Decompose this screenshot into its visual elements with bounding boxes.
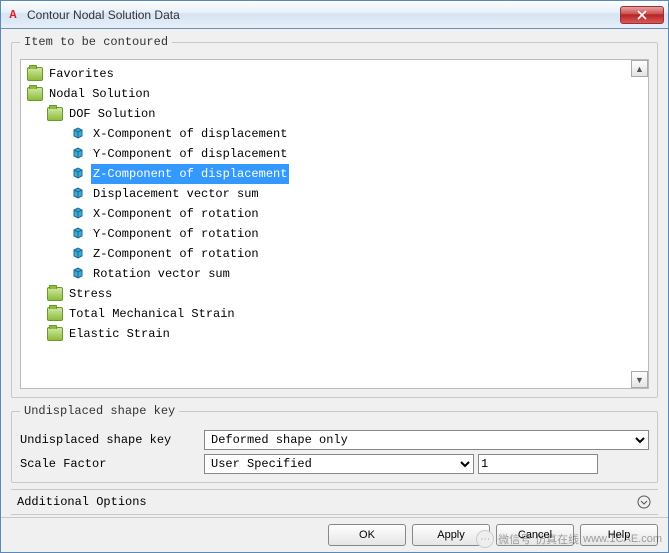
scale-mode-select[interactable]: User Specified bbox=[204, 454, 474, 474]
dof-item[interactable]: Displacement vector sum bbox=[23, 184, 646, 204]
solution-tree[interactable]: Favorites Nodal Solution DOF Solution bbox=[21, 60, 648, 348]
cube-icon bbox=[71, 227, 87, 241]
dof-item[interactable]: Y-Component of rotation bbox=[23, 224, 646, 244]
node-label: Z-Component of rotation bbox=[91, 244, 261, 264]
shape-key-label: Undisplaced shape key bbox=[20, 433, 200, 447]
tree-container: ▲ Favorites Nodal Solution DOF Solution bbox=[20, 59, 649, 389]
node-label: Nodal Solution bbox=[47, 84, 152, 104]
dof-item[interactable]: X-Component of displacement bbox=[23, 124, 646, 144]
close-button[interactable] bbox=[620, 6, 664, 24]
stress-folder[interactable]: Stress bbox=[23, 284, 646, 304]
additional-options-label: Additional Options bbox=[17, 495, 147, 509]
scale-value-input[interactable] bbox=[478, 454, 598, 474]
shape-key-row: Undisplaced shape key Deformed shape onl… bbox=[20, 430, 649, 450]
folder-icon bbox=[47, 327, 63, 341]
scale-label: Scale Factor bbox=[20, 457, 200, 471]
dof-item[interactable]: Z-Component of rotation bbox=[23, 244, 646, 264]
cancel-button[interactable]: Cancel bbox=[496, 524, 574, 546]
node-label: Z-Component of displacement bbox=[91, 164, 289, 184]
additional-options-row[interactable]: Additional Options bbox=[11, 489, 658, 515]
window-title: Contour Nodal Solution Data bbox=[27, 8, 620, 22]
help-button[interactable]: Help bbox=[580, 524, 658, 546]
expand-icon bbox=[636, 494, 652, 510]
dof-item[interactable]: Rotation vector sum bbox=[23, 264, 646, 284]
node-label: Rotation vector sum bbox=[91, 264, 232, 284]
node-label: Total Mechanical Strain bbox=[67, 304, 237, 324]
node-label: Elastic Strain bbox=[67, 324, 172, 344]
folder-icon bbox=[27, 67, 43, 81]
node-label: Y-Component of rotation bbox=[91, 224, 261, 244]
cube-icon bbox=[71, 127, 87, 141]
dialog-body: Item to be contoured ▲ Favorites Nodal S… bbox=[1, 29, 668, 517]
apply-button[interactable]: Apply bbox=[412, 524, 490, 546]
node-label: DOF Solution bbox=[67, 104, 157, 124]
app-icon: A bbox=[5, 7, 21, 23]
node-label: Displacement vector sum bbox=[91, 184, 261, 204]
dof-solution-folder[interactable]: DOF Solution bbox=[23, 104, 646, 124]
scroll-down-button[interactable]: ▼ bbox=[631, 371, 648, 388]
nodal-solution-folder[interactable]: Nodal Solution bbox=[23, 84, 646, 104]
shape-fieldset: Undisplaced shape key Undisplaced shape … bbox=[11, 404, 658, 483]
cube-icon bbox=[71, 207, 87, 221]
contour-legend: Item to be contoured bbox=[20, 35, 172, 49]
scale-row: Scale Factor User Specified bbox=[20, 454, 649, 474]
folder-icon bbox=[47, 107, 63, 121]
dof-item[interactable]: X-Component of rotation bbox=[23, 204, 646, 224]
cube-icon bbox=[71, 247, 87, 261]
dof-item-selected[interactable]: Z-Component of displacement bbox=[23, 164, 646, 184]
titlebar[interactable]: A Contour Nodal Solution Data bbox=[1, 1, 668, 29]
node-label: Favorites bbox=[47, 64, 116, 84]
dof-item[interactable]: Y-Component of displacement bbox=[23, 144, 646, 164]
shape-legend: Undisplaced shape key bbox=[20, 404, 179, 418]
folder-icon bbox=[27, 87, 43, 101]
node-label: Y-Component of displacement bbox=[91, 144, 289, 164]
cube-icon bbox=[71, 167, 87, 181]
folder-icon bbox=[47, 287, 63, 301]
favorites-folder[interactable]: Favorites bbox=[23, 64, 646, 84]
cube-icon bbox=[71, 267, 87, 281]
contour-fieldset: Item to be contoured ▲ Favorites Nodal S… bbox=[11, 35, 658, 398]
total-mech-strain-folder[interactable]: Total Mechanical Strain bbox=[23, 304, 646, 324]
cube-icon bbox=[71, 147, 87, 161]
node-label: Stress bbox=[67, 284, 114, 304]
scroll-up-button[interactable]: ▲ bbox=[631, 60, 648, 77]
ok-button[interactable]: OK bbox=[328, 524, 406, 546]
node-label: X-Component of rotation bbox=[91, 204, 261, 224]
dialog-window: A Contour Nodal Solution Data Item to be… bbox=[0, 0, 669, 553]
shape-key-select[interactable]: Deformed shape only bbox=[204, 430, 649, 450]
elastic-strain-folder[interactable]: Elastic Strain bbox=[23, 324, 646, 344]
button-bar: OK Apply Cancel Help ⋯ 微信号 仿真在线 www.1CAE… bbox=[1, 517, 668, 552]
cube-icon bbox=[71, 187, 87, 201]
node-label: X-Component of displacement bbox=[91, 124, 289, 144]
folder-icon bbox=[47, 307, 63, 321]
close-icon bbox=[637, 10, 647, 20]
